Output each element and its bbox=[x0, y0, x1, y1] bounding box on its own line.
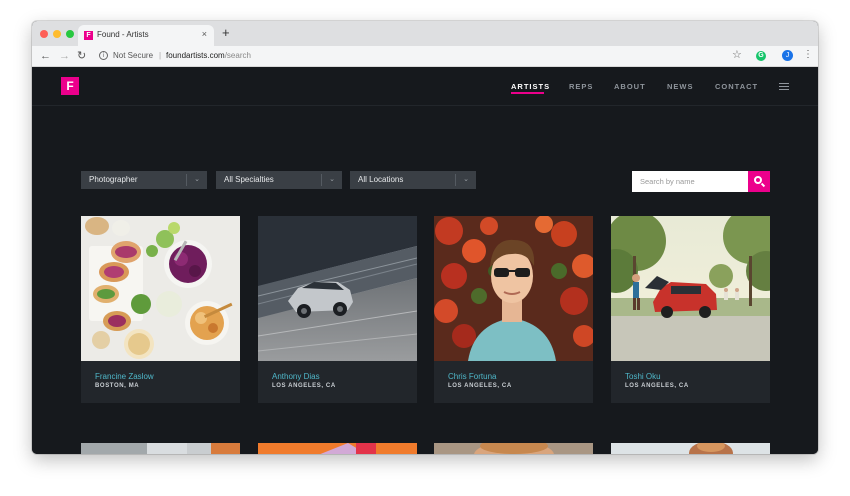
location-select[interactable]: All Locations ⌄ bbox=[350, 171, 476, 189]
url-host: foundartists.com bbox=[166, 51, 225, 60]
location-select-value: All Locations bbox=[358, 175, 404, 184]
security-label[interactable]: Not Secure bbox=[113, 51, 153, 60]
grammarly-extension-icon[interactable]: G bbox=[756, 51, 766, 61]
maximize-window-button[interactable] bbox=[66, 30, 74, 38]
minimize-window-button[interactable] bbox=[53, 30, 61, 38]
artist-card[interactable]: Anthony Dias LOS ANGELES, CA bbox=[258, 216, 417, 403]
forward-arrow-icon[interactable]: → bbox=[59, 49, 70, 63]
nav-reps[interactable]: REPS bbox=[569, 82, 593, 91]
artist-name[interactable]: Toshi Oku bbox=[625, 372, 661, 381]
artist-location: BOSTON, MA bbox=[95, 383, 140, 389]
new-tab-button[interactable]: + bbox=[222, 26, 230, 39]
category-select-value: Photographer bbox=[89, 175, 138, 184]
search-button[interactable] bbox=[748, 171, 770, 192]
nav-about[interactable]: ABOUT bbox=[614, 82, 646, 91]
artist-name[interactable]: Chris Fortuna bbox=[448, 372, 496, 381]
nav-artists[interactable]: ARTISTS bbox=[511, 82, 550, 91]
url-path: /search bbox=[224, 51, 251, 60]
hamburger-menu-icon[interactable] bbox=[779, 83, 789, 92]
favicon-icon: F bbox=[84, 31, 93, 40]
info-icon[interactable]: i bbox=[99, 51, 108, 60]
site-page: F ARTISTS REPS ABOUT NEWS CONTACT Photog… bbox=[32, 67, 818, 454]
active-nav-underline bbox=[511, 92, 544, 94]
artist-name[interactable]: Anthony Dias bbox=[272, 372, 320, 381]
profile-avatar-icon[interactable]: J bbox=[782, 50, 793, 61]
artist-location: LOS ANGELES, CA bbox=[625, 383, 689, 389]
url-field[interactable]: foundartists.com/search bbox=[166, 51, 251, 60]
browser-window: F Found - Artists × + ← → ↻ i Not Secure… bbox=[32, 21, 818, 454]
search-input[interactable]: Search by name bbox=[632, 171, 748, 192]
artist-name[interactable]: Francine Zaslow bbox=[95, 372, 154, 381]
artist-location: LOS ANGELES, CA bbox=[448, 383, 512, 389]
browser-tab[interactable]: F Found - Artists × bbox=[78, 25, 214, 46]
chevron-down-icon: ⌄ bbox=[329, 176, 335, 183]
tab-close-icon[interactable]: × bbox=[202, 29, 207, 39]
artist-photo[interactable] bbox=[434, 216, 593, 361]
artist-card[interactable] bbox=[434, 442, 593, 454]
found-logo[interactable]: F bbox=[61, 77, 79, 95]
site-header: F ARTISTS REPS ABOUT NEWS CONTACT bbox=[32, 67, 818, 106]
tab-strip: F Found - Artists × + bbox=[32, 21, 818, 46]
nav-contact[interactable]: CONTACT bbox=[715, 82, 758, 91]
close-window-button[interactable] bbox=[40, 30, 48, 38]
chevron-down-icon: ⌄ bbox=[194, 176, 200, 183]
artist-photo[interactable] bbox=[611, 216, 770, 361]
reload-icon[interactable]: ↻ bbox=[77, 49, 86, 63]
artist-card[interactable] bbox=[611, 442, 770, 454]
artist-card[interactable]: Chris Fortuna LOS ANGELES, CA bbox=[434, 216, 593, 403]
url-separator: | bbox=[159, 51, 162, 60]
browser-menu-icon[interactable]: ⋮ bbox=[803, 49, 813, 60]
artist-photo[interactable] bbox=[258, 216, 417, 361]
category-select[interactable]: Photographer ⌄ bbox=[81, 171, 207, 189]
tab-title: Found - Artists bbox=[97, 30, 149, 39]
specialty-select-value: All Specialties bbox=[224, 175, 274, 184]
address-toolbar: ← → ↻ i Not Secure | foundartists.com/se… bbox=[32, 46, 818, 67]
chevron-down-icon: ⌄ bbox=[463, 176, 469, 183]
artist-card[interactable]: Toshi Oku LOS ANGELES, CA bbox=[611, 216, 770, 403]
nav-news[interactable]: NEWS bbox=[667, 82, 694, 91]
specialty-select[interactable]: All Specialties ⌄ bbox=[216, 171, 342, 189]
artist-photo[interactable] bbox=[81, 216, 240, 361]
bookmark-star-icon[interactable]: ☆ bbox=[732, 48, 742, 61]
artist-card[interactable] bbox=[258, 442, 417, 454]
artist-location: LOS ANGELES, CA bbox=[272, 383, 336, 389]
back-arrow-icon[interactable]: ← bbox=[40, 49, 51, 63]
artist-card[interactable]: Francine Zaslow BOSTON, MA bbox=[81, 216, 240, 403]
artist-card[interactable] bbox=[81, 442, 240, 454]
